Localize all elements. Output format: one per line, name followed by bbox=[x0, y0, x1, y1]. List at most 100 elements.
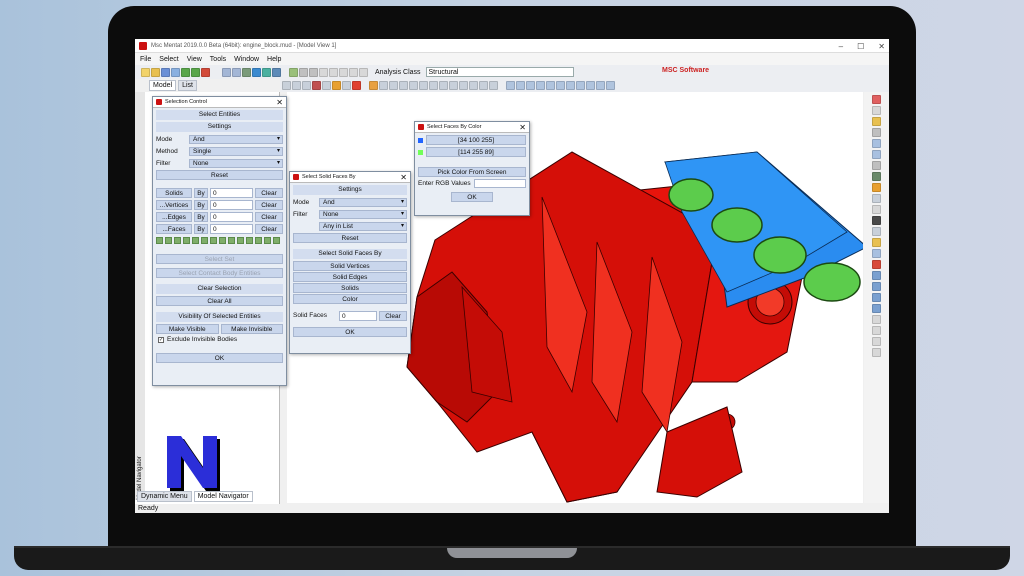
faces-button[interactable]: ...Faces bbox=[156, 223, 192, 234]
list-mode-select[interactable]: Any in List bbox=[319, 222, 407, 231]
solid-faces-titlebar[interactable]: Select Solid Faces By ✕ bbox=[290, 172, 410, 183]
diag-2-icon[interactable] bbox=[429, 81, 438, 90]
properties-icon[interactable] bbox=[349, 67, 358, 77]
rt-mesh-icon[interactable] bbox=[872, 139, 881, 148]
menu-tools[interactable]: Tools bbox=[210, 56, 226, 63]
rt-star-icon[interactable] bbox=[872, 117, 881, 126]
delete-icon[interactable] bbox=[339, 67, 348, 77]
filter-select[interactable]: None bbox=[189, 159, 283, 168]
edit-icon[interactable] bbox=[309, 67, 318, 77]
rt-contact-icon[interactable] bbox=[872, 260, 881, 269]
entity-type-icon[interactable] bbox=[228, 237, 235, 244]
close-icon[interactable]: ✕ bbox=[400, 172, 407, 183]
close-icon[interactable]: ✕ bbox=[519, 122, 526, 133]
cube-1-icon[interactable] bbox=[506, 81, 515, 90]
edges-button[interactable]: ...Edges bbox=[156, 211, 192, 222]
color-list-item[interactable]: [34 100 255] bbox=[418, 135, 526, 145]
redo-icon[interactable] bbox=[191, 67, 200, 77]
diag-7-icon[interactable] bbox=[479, 81, 488, 90]
faces-by-color-titlebar[interactable]: Select Faces By Color ✕ bbox=[415, 122, 529, 133]
solid-vertices-button[interactable]: Solid Vertices bbox=[293, 261, 407, 271]
settings-icon[interactable] bbox=[359, 67, 368, 77]
menu-view[interactable]: View bbox=[187, 56, 202, 63]
rt-light-icon[interactable] bbox=[872, 238, 881, 247]
edges-count[interactable]: 0 bbox=[210, 211, 253, 222]
cube-2-icon[interactable] bbox=[516, 81, 525, 90]
rt-elements-icon[interactable] bbox=[872, 150, 881, 159]
shade-icon[interactable] bbox=[352, 81, 361, 90]
faces-clear-button[interactable]: Clear bbox=[255, 223, 283, 234]
tab-list[interactable]: List bbox=[178, 80, 197, 91]
rt-plot-icon[interactable] bbox=[872, 348, 881, 357]
save-icon[interactable] bbox=[161, 67, 170, 77]
cube-11-icon[interactable] bbox=[606, 81, 615, 90]
entity-type-icon[interactable] bbox=[246, 237, 253, 244]
rt-jobs-icon[interactable] bbox=[872, 326, 881, 335]
cube-6-icon[interactable] bbox=[556, 81, 565, 90]
solid-edges-button[interactable]: Solid Edges bbox=[293, 272, 407, 282]
entity-type-icon[interactable] bbox=[156, 237, 163, 244]
make-invisible-button[interactable]: Make Invisible bbox=[220, 324, 283, 334]
select-set-button[interactable]: Select Set bbox=[156, 254, 283, 264]
rt-edge-icon[interactable] bbox=[872, 194, 881, 203]
menu-window[interactable]: Window bbox=[234, 56, 259, 63]
solids-button[interactable]: Solids bbox=[293, 283, 407, 293]
pan-icon[interactable] bbox=[342, 81, 351, 90]
stop-icon[interactable] bbox=[201, 67, 210, 77]
entity-type-icon[interactable] bbox=[219, 237, 226, 244]
entity-type-icon[interactable] bbox=[237, 237, 244, 244]
rt-view-icon[interactable] bbox=[872, 249, 881, 258]
table-icon[interactable] bbox=[299, 67, 308, 77]
selection-control-titlebar[interactable]: Selection Control ✕ bbox=[153, 97, 286, 108]
menu-file[interactable]: File bbox=[140, 56, 151, 63]
diag-3-icon[interactable] bbox=[439, 81, 448, 90]
solid-faces-clear-button[interactable]: Clear bbox=[379, 310, 407, 321]
fit-icon[interactable] bbox=[322, 81, 331, 90]
view-back-icon[interactable] bbox=[292, 81, 301, 90]
filter-select[interactable]: None bbox=[319, 210, 407, 219]
diag-5-icon[interactable] bbox=[459, 81, 468, 90]
rt-link-icon[interactable] bbox=[872, 271, 881, 280]
faces-count[interactable]: 0 bbox=[210, 223, 253, 234]
entity-type-icon[interactable] bbox=[165, 237, 172, 244]
view-front-icon[interactable] bbox=[282, 81, 291, 90]
reset-button[interactable]: Reset bbox=[293, 233, 407, 243]
faces-by-button[interactable]: By bbox=[194, 223, 208, 234]
cube-10-icon[interactable] bbox=[596, 81, 605, 90]
color-list-item[interactable]: [114 255 89] bbox=[418, 147, 526, 157]
rgb-value[interactable]: [114 255 89] bbox=[426, 147, 526, 157]
pick-color-button[interactable]: Pick Color From Screen bbox=[418, 167, 526, 177]
diag-6-icon[interactable] bbox=[469, 81, 478, 90]
color-button[interactable]: Color bbox=[293, 294, 407, 304]
menu-select[interactable]: Select bbox=[159, 56, 178, 63]
solids-count[interactable]: 0 bbox=[210, 187, 253, 198]
solids-by-button[interactable]: By bbox=[194, 187, 208, 198]
rt-pick-icon[interactable] bbox=[872, 106, 881, 115]
cube-3-icon[interactable] bbox=[526, 81, 535, 90]
rt-bc-icon[interactable] bbox=[872, 293, 881, 302]
new-file-icon[interactable] bbox=[141, 67, 150, 77]
rgb-value[interactable]: [34 100 255] bbox=[426, 135, 526, 145]
method-select[interactable]: Single bbox=[189, 147, 283, 156]
pointer-icon[interactable] bbox=[222, 67, 231, 77]
cube-8-icon[interactable] bbox=[576, 81, 585, 90]
cube-9-icon[interactable] bbox=[586, 81, 595, 90]
clear-all-button[interactable]: Clear All bbox=[156, 296, 283, 306]
arrow-left-icon[interactable] bbox=[379, 81, 388, 90]
rt-box-icon[interactable] bbox=[872, 128, 881, 137]
cube-4-icon[interactable] bbox=[536, 81, 545, 90]
grid-icon[interactable] bbox=[289, 67, 298, 77]
ok-button[interactable]: OK bbox=[156, 353, 283, 363]
rt-grid-icon[interactable] bbox=[872, 227, 881, 236]
diag-8-icon[interactable] bbox=[489, 81, 498, 90]
open-file-icon[interactable] bbox=[151, 67, 160, 77]
solid-faces-count[interactable]: 0 bbox=[339, 310, 377, 321]
rt-nodes-icon[interactable] bbox=[872, 161, 881, 170]
rt-results-icon[interactable] bbox=[872, 337, 881, 346]
mode-select[interactable]: And bbox=[319, 198, 407, 207]
reset-button[interactable]: Reset bbox=[156, 170, 283, 180]
entity-type-icon[interactable] bbox=[192, 237, 199, 244]
camera-icon[interactable] bbox=[272, 67, 281, 77]
tab-model[interactable]: Model bbox=[149, 80, 177, 91]
save-as-icon[interactable] bbox=[171, 67, 180, 77]
